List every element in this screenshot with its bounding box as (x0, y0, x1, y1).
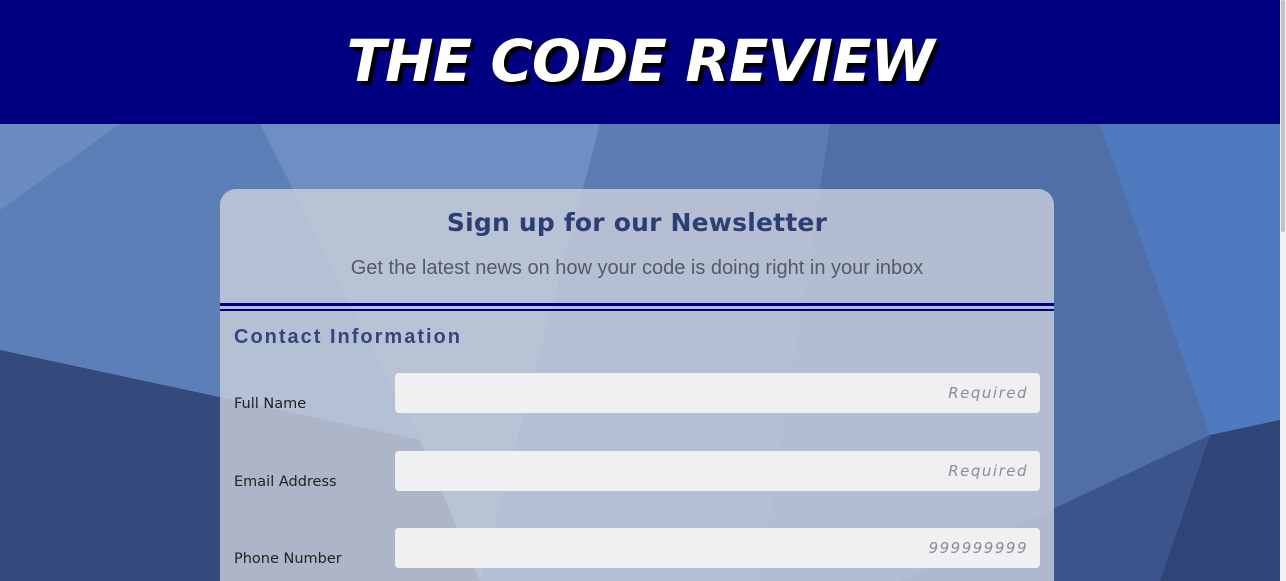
phone-number-input[interactable] (395, 528, 1040, 568)
newsletter-signup-card: Sign up for our Newsletter Get the lates… (220, 189, 1054, 581)
divider-line (220, 309, 1054, 311)
email-address-label: Email Address (234, 474, 337, 490)
newsletter-title: Sign up for our Newsletter (446, 208, 828, 237)
full-name-input[interactable] (395, 373, 1040, 413)
scrollbar-thumb[interactable] (1281, 0, 1285, 232)
newsletter-subtitle: Get the latest news on how your code is … (350, 257, 924, 279)
full-name-label: Full Name (234, 396, 307, 412)
site-title: THE CODE REVIEW (346, 27, 934, 95)
page-scrollbar[interactable] (1280, 0, 1286, 581)
divider-line (220, 303, 1054, 306)
email-address-input[interactable] (395, 451, 1040, 491)
contact-information-heading: Contact Information (234, 326, 462, 348)
site-header: THE CODE REVIEW (0, 0, 1280, 124)
phone-number-label: Phone Number (234, 551, 342, 567)
